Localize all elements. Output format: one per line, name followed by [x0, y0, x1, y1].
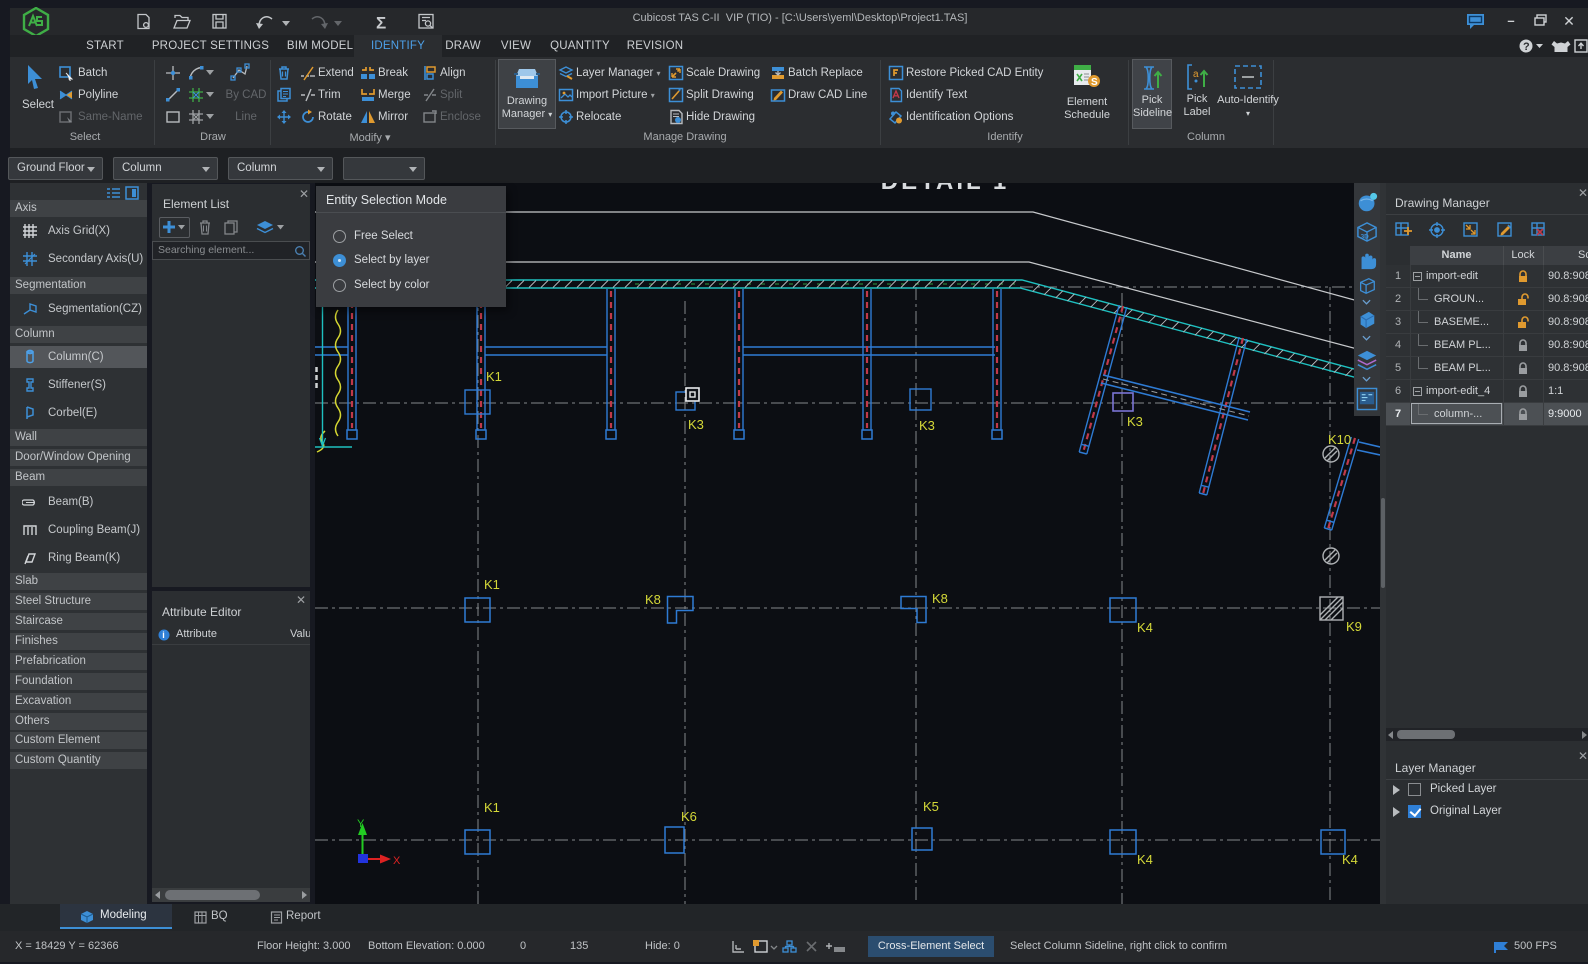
svg-text:K3: K3 — [688, 417, 704, 432]
svg-text:K6: K6 — [681, 809, 697, 824]
svg-text:?: ? — [1523, 41, 1530, 53]
svg-text:Y: Y — [357, 818, 365, 830]
svg-text:K4: K4 — [1137, 852, 1153, 867]
svg-text:K10: K10 — [1328, 432, 1351, 447]
svg-text:K8: K8 — [932, 591, 948, 606]
svg-text:i: i — [162, 630, 165, 640]
svg-text:K9: K9 — [1346, 619, 1362, 634]
svg-text:K5: K5 — [923, 799, 939, 814]
svg-text:K4: K4 — [1342, 852, 1358, 867]
svg-text:K1: K1 — [484, 577, 500, 592]
svg-text:DETAIL 1: DETAIL 1 — [881, 183, 1009, 195]
svg-text:K3: K3 — [919, 418, 935, 433]
svg-text:K1: K1 — [484, 800, 500, 815]
svg-text:a: a — [1193, 69, 1199, 80]
svg-text:S: S — [1091, 77, 1098, 88]
svg-text:X: X — [393, 855, 401, 867]
svg-text:K3: K3 — [1127, 414, 1143, 429]
svg-text:K8: K8 — [645, 592, 661, 607]
svg-text:K1: K1 — [486, 369, 502, 384]
svg-text:Σ: Σ — [376, 14, 386, 33]
svg-text:3D: 3D — [1361, 233, 1370, 240]
svg-text:K4: K4 — [1137, 620, 1153, 635]
